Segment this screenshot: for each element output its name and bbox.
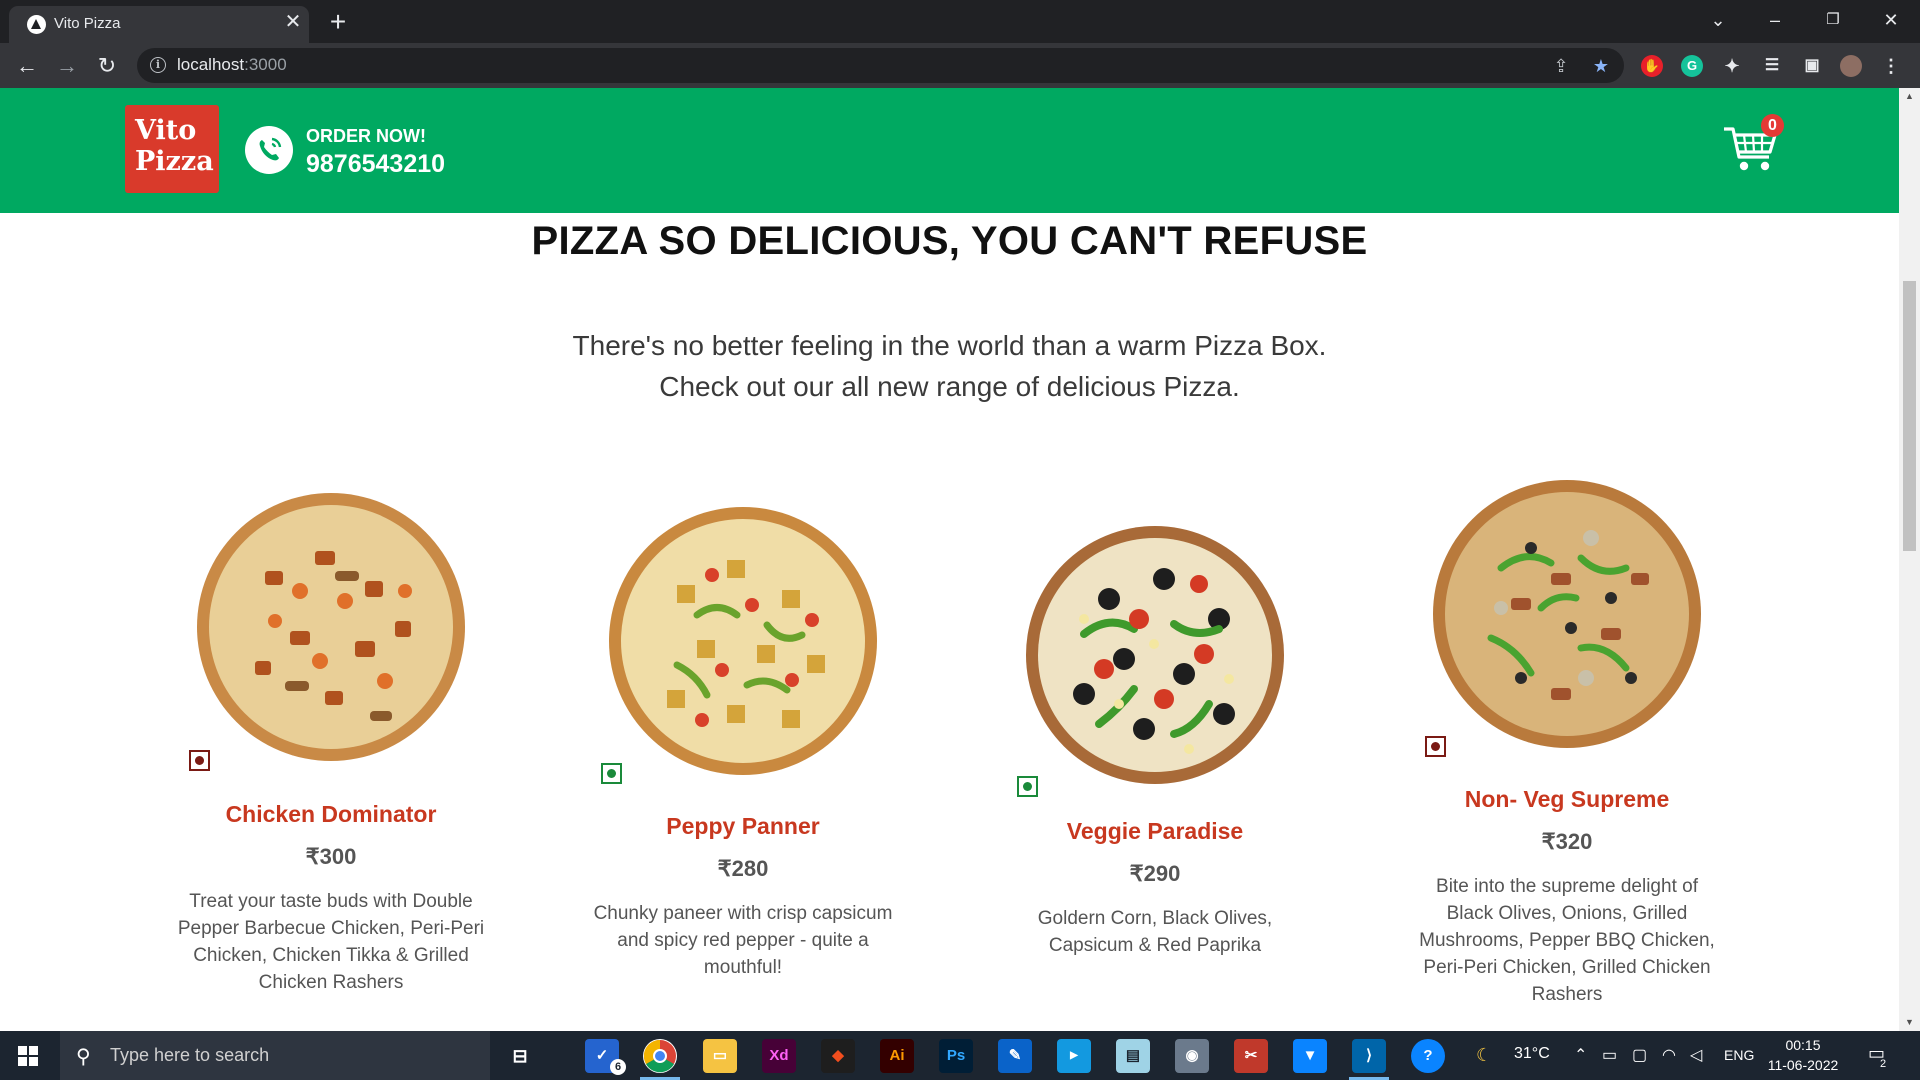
pizza-card-chicken-dominator[interactable]: Chicken Dominator ₹300 Treat your taste …: [161, 491, 501, 996]
pizza-name[interactable]: Non- Veg Supreme: [1397, 786, 1737, 813]
scroll-up-arrow-icon[interactable]: ▲: [1899, 88, 1920, 105]
pizza-name[interactable]: Chicken Dominator: [161, 801, 501, 828]
minimize-button[interactable]: –: [1755, 4, 1795, 36]
taskbar-clock[interactable]: 00:15 11-06-2022: [1758, 1035, 1848, 1075]
tab-search-icon[interactable]: ⌄: [1698, 4, 1738, 36]
order-now-label: ORDER NOW!: [306, 126, 426, 146]
todo-badge: 6: [610, 1059, 626, 1075]
device-icon[interactable]: ▢: [1632, 1045, 1647, 1065]
tray-expand-icon[interactable]: ⌃: [1574, 1045, 1587, 1065]
pizza-description: Bite into the supreme delight of Black O…: [1419, 876, 1715, 1005]
page-subtitle: There's no better feeling in the world t…: [0, 325, 1899, 407]
help-app-icon[interactable]: ?: [1411, 1039, 1445, 1073]
reload-icon[interactable]: ↻: [90, 49, 124, 83]
pizza-name[interactable]: Peppy Panner: [573, 813, 913, 840]
figma-icon[interactable]: ◆: [821, 1039, 855, 1073]
scroll-thumb[interactable]: [1903, 281, 1916, 551]
site-header: Vito Pizza ORDER NOW! 9876543210 0: [0, 88, 1899, 213]
pizza-price: ₹300: [305, 844, 357, 869]
language-indicator[interactable]: ENG: [1724, 1047, 1754, 1063]
pizza-description: Goldern Corn, Black Olives, Capsicum & R…: [1037, 908, 1273, 956]
browser-menu-icon[interactable]: ⋮: [1880, 55, 1902, 77]
browser-toolbar: ← → ↻ i localhost:3000 ⇪ ★ ✋ G ✦ ☰ ▣ ⋮: [0, 43, 1920, 88]
forward-icon[interactable]: →: [50, 49, 84, 83]
pizza-card-veggie-paradise[interactable]: Veggie Paradise ₹290 Goldern Corn, Black…: [985, 524, 1325, 959]
snip-tool-icon[interactable]: ✂: [1234, 1039, 1268, 1073]
order-phone-number[interactable]: 9876543210: [306, 150, 445, 179]
task-view-icon[interactable]: ⊟: [503, 1039, 537, 1073]
pizza-price: ₹280: [717, 856, 769, 881]
search-icon: ⚲: [76, 1046, 91, 1068]
adobe-illustrator-icon[interactable]: Ai: [880, 1039, 914, 1073]
extension-grammarly-icon[interactable]: G: [1681, 55, 1703, 77]
veg-indicator-icon: [1017, 776, 1038, 797]
page-scrollbar[interactable]: ▲ ▼: [1899, 88, 1920, 1031]
extensions-puzzle-icon[interactable]: ✦: [1721, 55, 1743, 77]
pizza-price: ₹320: [1541, 829, 1593, 854]
cart-count-badge: 0: [1761, 114, 1784, 137]
media-control-icon[interactable]: ☰: [1761, 55, 1783, 77]
back-icon[interactable]: ←: [10, 49, 44, 83]
address-bar[interactable]: i localhost:3000 ⇪ ★: [137, 48, 1624, 83]
browser-tab[interactable]: Vito Pizza ✕: [9, 6, 309, 43]
subtitle-line2: Check out our all new range of delicious…: [659, 371, 1240, 402]
teams-style-app-icon[interactable]: ✎: [998, 1039, 1032, 1073]
site-info-icon[interactable]: i: [150, 57, 166, 73]
phone-icon: [245, 126, 293, 174]
camera-app-icon[interactable]: ◉: [1175, 1039, 1209, 1073]
non-veg-indicator-icon: [189, 750, 210, 771]
framer-icon[interactable]: ▼: [1293, 1039, 1327, 1073]
page-headline: PIZZA SO DELICIOUS, YOU CAN'T REFUSE: [531, 219, 1368, 263]
file-explorer-icon[interactable]: ▭: [703, 1039, 737, 1073]
pizza-image: [609, 507, 877, 775]
pizza-card-peppy-panner[interactable]: Peppy Panner ₹280 Chunky paneer with cri…: [573, 505, 913, 981]
weather-temperature[interactable]: 31°C: [1514, 1045, 1550, 1063]
close-window-button[interactable]: ✕: [1871, 4, 1911, 36]
restore-button[interactable]: ❐: [1813, 4, 1853, 36]
clock-date: 11-06-2022: [1767, 1057, 1839, 1073]
share-icon[interactable]: ⇪: [1551, 56, 1571, 76]
weather-moon-icon[interactable]: ☾: [1476, 1045, 1492, 1066]
taskbar-search-box[interactable]: ⚲ Type here to search: [60, 1031, 490, 1080]
pizza-price: ₹290: [1129, 861, 1181, 886]
pizza-image: [197, 493, 465, 761]
subtitle-line1: There's no better feeling in the world t…: [572, 330, 1327, 361]
logo-text-line2: Pizza: [135, 146, 214, 177]
veg-indicator-icon: [601, 763, 622, 784]
vito-pizza-logo[interactable]: Vito Pizza: [125, 105, 219, 193]
prime-video-icon[interactable]: ▶: [1057, 1039, 1091, 1073]
wifi-icon[interactable]: ◠: [1662, 1045, 1676, 1065]
profile-avatar[interactable]: [1840, 55, 1862, 77]
extension-adblock-icon[interactable]: ✋: [1641, 55, 1663, 77]
url-text[interactable]: localhost:3000: [177, 55, 287, 75]
chrome-app-icon[interactable]: [643, 1039, 677, 1073]
new-tab-button[interactable]: +: [322, 6, 354, 38]
pizza-name[interactable]: Veggie Paradise: [985, 818, 1325, 845]
vscode-icon[interactable]: ⟩: [1352, 1039, 1386, 1073]
battery-icon[interactable]: ▭: [1602, 1045, 1617, 1065]
pizza-card-non-veg-supreme[interactable]: Non- Veg Supreme ₹320 Bite into the supr…: [1397, 478, 1737, 1008]
notes-app-icon[interactable]: ▤: [1116, 1039, 1150, 1073]
tab-title: Vito Pizza: [54, 15, 121, 32]
search-placeholder: Type here to search: [110, 1045, 270, 1065]
windows-taskbar: ⚲ Type here to search ⊟ ✓ 6 ▭ Xd ◆ Ai Ps…: [0, 1031, 1920, 1080]
bookmark-star-icon[interactable]: ★: [1591, 56, 1611, 76]
windows-start-icon[interactable]: [18, 1046, 38, 1066]
scroll-down-arrow-icon[interactable]: ▼: [1899, 1014, 1920, 1031]
side-panel-icon[interactable]: ▣: [1801, 55, 1823, 77]
pizza-description: Chunky paneer with crisp capsicum and sp…: [593, 903, 893, 978]
volume-icon[interactable]: ◁: [1690, 1045, 1702, 1065]
adobe-photoshop-icon[interactable]: Ps: [939, 1039, 973, 1073]
notification-count: 2: [1880, 1058, 1887, 1070]
logo-text-line1: Vito: [135, 115, 197, 146]
non-veg-indicator-icon: [1425, 736, 1446, 757]
site-favicon-icon: [27, 15, 46, 34]
adobe-xd-icon[interactable]: Xd: [762, 1039, 796, 1073]
pizza-image: [1026, 526, 1284, 784]
browser-tab-strip: Vito Pizza ✕ + ⌄ – ❐ ✕: [0, 0, 1920, 43]
clock-time: 00:15: [1785, 1037, 1821, 1053]
pizza-image: [1433, 480, 1701, 748]
pizza-description: Treat your taste buds with Double Pepper…: [177, 891, 485, 993]
close-tab-icon[interactable]: ✕: [281, 10, 305, 34]
